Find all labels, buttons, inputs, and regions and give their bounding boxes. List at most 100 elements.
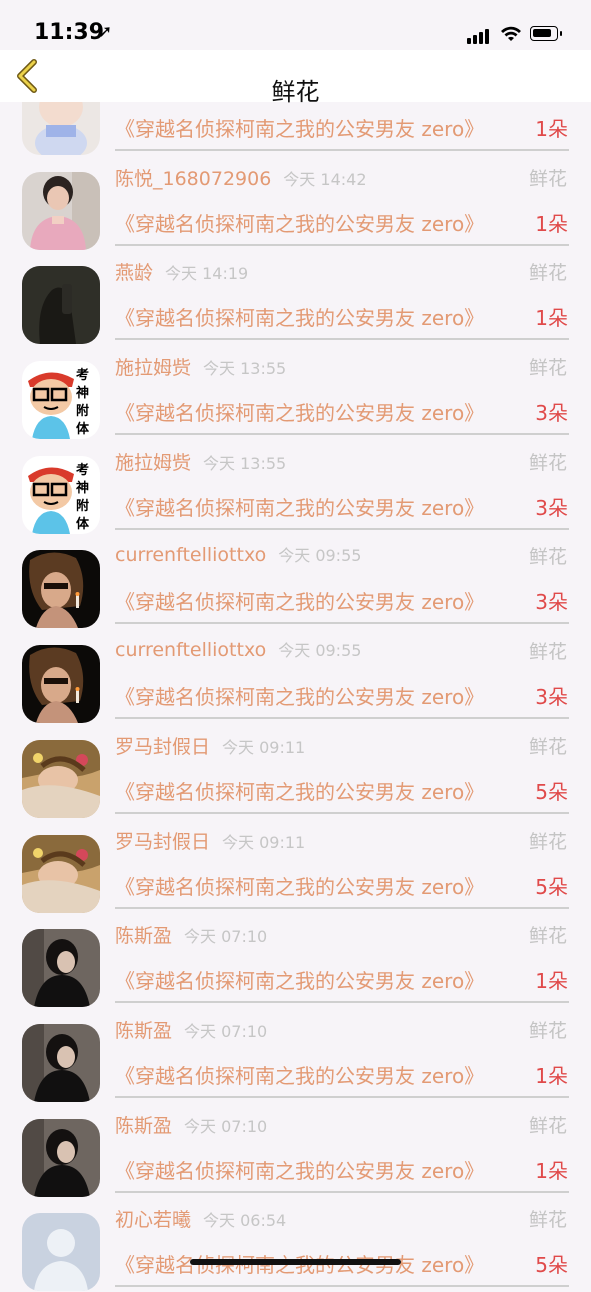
- sender-name[interactable]: 陈斯盈 今天 07:10: [115, 1111, 267, 1138]
- gift-time: 今天 09:55: [278, 641, 362, 661]
- sender-name[interactable]: 罗马封假日 今天 09:11: [115, 827, 305, 854]
- book-title[interactable]: 《穿越名侦探柯南之我的公安男友 zero》: [115, 586, 484, 615]
- avatar[interactable]: [22, 739, 100, 818]
- gift-type: 鲜花: [528, 830, 567, 853]
- avatar[interactable]: [22, 266, 100, 345]
- gift-time: 今天 13:55: [203, 359, 287, 379]
- gift-time: 今天 14:19: [165, 264, 249, 284]
- divider: [115, 338, 569, 341]
- gift-time: 今天 07:10: [184, 1021, 268, 1041]
- book-title[interactable]: 《穿越名侦探柯南之我的公安男友 zero》: [115, 871, 484, 900]
- avatar[interactable]: [22, 1118, 100, 1197]
- home-indicator[interactable]: [190, 1259, 401, 1265]
- book-title[interactable]: 《穿越名侦探柯南之我的公安男友 zero》: [115, 113, 484, 142]
- gift-time: 今天 14:42: [283, 169, 367, 189]
- list-item[interactable]: 罗马封假日 今天 09:11 鲜花 《穿越名侦探柯南之我的公安男友 zero》 5朵: [0, 724, 591, 819]
- svg-text:体: 体: [76, 516, 90, 532]
- gift-time: 今天 07:10: [184, 927, 268, 947]
- avatar[interactable]: [22, 834, 100, 913]
- book-title[interactable]: 《穿越名侦探柯南之我的公安男友 zero》: [115, 492, 484, 521]
- sender-name-text[interactable]: 燕龄: [115, 262, 153, 284]
- sender-name-text[interactable]: currenftelliottxo: [115, 544, 266, 566]
- gift-type: 鲜花: [528, 641, 567, 664]
- gift-type: 鲜花: [528, 1114, 567, 1137]
- battery-icon: [530, 26, 562, 41]
- book-title[interactable]: 《穿越名侦探柯南之我的公安男友 zero》: [115, 1060, 484, 1089]
- avatar[interactable]: [22, 929, 100, 1008]
- divider: [115, 717, 569, 720]
- book-title[interactable]: 《穿越名侦探柯南之我的公安男友 zero》: [115, 302, 484, 331]
- cellular-signal-icon: [467, 26, 491, 44]
- gift-type: 鲜花: [528, 925, 567, 948]
- avatar[interactable]: [22, 645, 100, 724]
- svg-text:考: 考: [76, 367, 89, 383]
- avatar[interactable]: [22, 1023, 100, 1102]
- divider: [115, 243, 569, 246]
- flower-count: 3朵: [535, 495, 568, 520]
- avatar[interactable]: [22, 171, 100, 250]
- list-item[interactable]: currenftelliottxo 今天 09:55 鲜花《穿越名侦探柯南之我的公安…: [0, 629, 591, 724]
- divider: [115, 433, 569, 436]
- list-item[interactable]: 考神附体施拉姆赀 今天 13:55 鲜花 《穿越名侦探柯南之我的公安男友 zero》 3…: [0, 345, 591, 440]
- divider: [115, 906, 569, 909]
- list-item[interactable]: 陈斯盈 今天 07:10 鲜花 《穿越名侦探柯南之我的公安男友 zero》 1朵: [0, 913, 591, 1008]
- book-title[interactable]: 《穿越名侦探柯南之我的公安男友 zero》: [115, 397, 484, 426]
- sender-name-text[interactable]: 初心若曦: [115, 1209, 191, 1231]
- svg-text:体: 体: [76, 421, 90, 437]
- gift-type: 鲜花: [528, 262, 567, 285]
- sender-name-text[interactable]: currenftelliottxo: [115, 639, 266, 661]
- list-item[interactable]: 燕龄 今天 14:19 鲜花 《穿越名侦探柯南之我的公安男友 zero》 1朵: [0, 250, 591, 345]
- navigation-bar: 鲜花: [0, 50, 591, 106]
- sender-name-text[interactable]: 陈斯盈: [115, 1020, 172, 1042]
- sender-name-text[interactable]: 陈斯盈: [115, 1115, 172, 1137]
- sender-name-text[interactable]: 陈悦_168072906: [115, 168, 271, 190]
- flower-count: 5朵: [535, 779, 568, 804]
- flower-count: 3朵: [535, 590, 568, 615]
- book-title[interactable]: 《穿越名侦探柯南之我的公安男友 zero》: [115, 1155, 484, 1184]
- sender-name[interactable]: 初心若曦 今天 06:54: [115, 1205, 286, 1232]
- list-item[interactable]: 陈斯盈 今天 07:10 鲜花《穿越名侦探柯南之我的公安男友 zero》 1朵: [0, 1103, 591, 1198]
- status-bar: 11:39 ➚: [0, 0, 591, 50]
- sender-name-text[interactable]: 施拉姆赀: [115, 452, 191, 474]
- gift-type: 鲜花: [528, 1209, 567, 1232]
- sender-name-text[interactable]: 罗马封假日: [115, 736, 210, 758]
- list-item[interactable]: 陈悦_168072906 今天 14:42 鲜花 《穿越名侦探柯南之我的公安男友 ze…: [0, 156, 591, 251]
- avatar[interactable]: 考神附体: [22, 361, 100, 440]
- sender-name[interactable]: 施拉姆赀 今天 13:55: [115, 353, 286, 380]
- sender-name-text[interactable]: 陈斯盈: [115, 925, 172, 947]
- avatar[interactable]: 考神附体: [22, 455, 100, 534]
- sender-name[interactable]: 陈斯盈 今天 07:10: [115, 1016, 267, 1043]
- book-title[interactable]: 《穿越名侦探柯南之我的公安男友 zero》: [115, 965, 484, 994]
- flower-count: 1朵: [535, 1063, 568, 1088]
- sender-name[interactable]: 罗马封假日 今天 09:11: [115, 732, 305, 759]
- flower-count: 3朵: [535, 401, 568, 426]
- gift-time: 今天 09:11: [222, 832, 306, 852]
- book-title[interactable]: 《穿越名侦探柯南之我的公安男友 zero》: [115, 681, 484, 710]
- list-item[interactable]: currenftelliottxo 今天 09:55 鲜花 《穿越名侦探柯南之我的公安…: [0, 534, 591, 629]
- flower-count: 1朵: [535, 1158, 568, 1183]
- sender-name[interactable]: currenftelliottxo 今天 09:55: [115, 637, 361, 661]
- list-item[interactable]: 罗马封假日 今天 09:11 鲜花 《穿越名侦探柯南之我的公安男友 zero》 5朵: [0, 819, 591, 914]
- sender-name[interactable]: 陈悦_168072906 今天 14:42: [115, 164, 367, 191]
- book-title[interactable]: 《穿越名侦探柯南之我的公安男友 zero》: [115, 208, 484, 237]
- avatar[interactable]: [22, 550, 100, 629]
- book-title[interactable]: 《穿越名侦探柯南之我的公安男友 zero》: [115, 776, 484, 805]
- sender-name-text[interactable]: 罗马封假日: [115, 831, 210, 853]
- flower-count: 1朵: [535, 117, 568, 141]
- page-title: 鲜花: [271, 78, 320, 106]
- divider: [115, 1190, 569, 1193]
- location-arrow-icon: ➚: [98, 22, 113, 42]
- divider: [115, 1285, 569, 1288]
- list-item[interactable]: 初心若曦 今天 06:54 鲜花 《穿越名侦探柯南之我的公安男友 zero》 5朵: [0, 1197, 591, 1292]
- sender-name[interactable]: currenftelliottxo 今天 09:55: [115, 542, 361, 566]
- sender-name-text[interactable]: 施拉姆赀: [115, 357, 191, 379]
- list-item[interactable]: 考神附体施拉姆赀 今天 13:55 鲜花 《穿越名侦探柯南之我的公安男友 zero》 3…: [0, 440, 591, 535]
- sender-name[interactable]: 燕龄 今天 14:19: [115, 258, 248, 285]
- wifi-icon: [501, 26, 521, 41]
- divider: [115, 1095, 569, 1098]
- flower-count: 1朵: [535, 211, 568, 236]
- sender-name[interactable]: 陈斯盈 今天 07:10: [115, 921, 267, 948]
- list-item[interactable]: 陈斯盈 今天 07:10 鲜花 《穿越名侦探柯南之我的公安男友 zero》 1朵: [0, 1008, 591, 1103]
- sender-name[interactable]: 施拉姆赀 今天 13:55: [115, 448, 286, 475]
- divider: [115, 811, 569, 814]
